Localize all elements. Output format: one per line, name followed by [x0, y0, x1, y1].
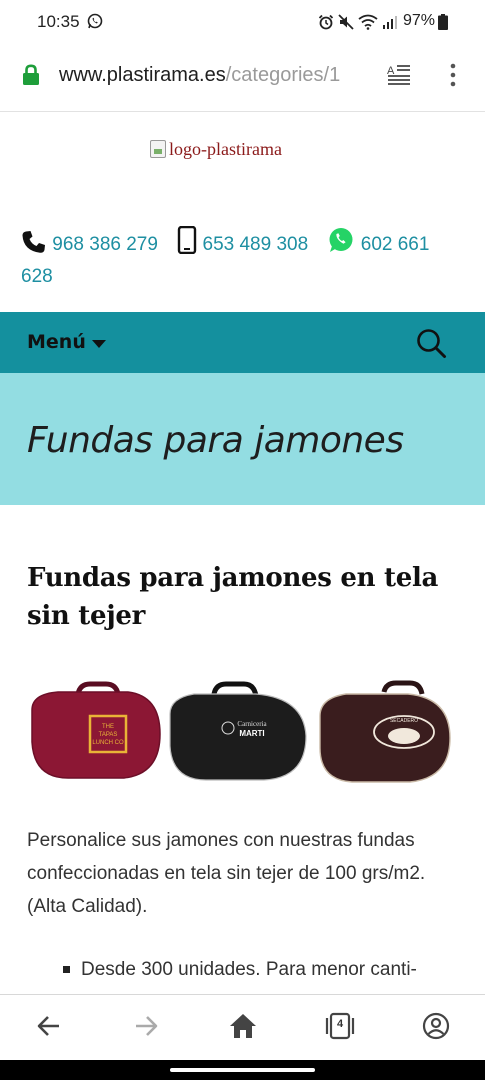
account-icon — [422, 1012, 450, 1040]
svg-text:TAPAS: TAPAS — [99, 732, 118, 738]
broken-image-icon — [150, 140, 166, 158]
home-gesture-pill[interactable] — [170, 1068, 315, 1072]
svg-text:MARTI: MARTI — [239, 729, 264, 738]
home-button[interactable] — [228, 1011, 258, 1041]
url-field[interactable]: www.plastirama.es/categories/1 — [59, 64, 372, 87]
logo-alt-text: logo-plastirama — [169, 138, 282, 159]
phone-link[interactable]: 968 386 279 — [52, 234, 158, 255]
svg-text:LUNCH CO: LUNCH CO — [92, 740, 124, 746]
status-time: 10:35 — [37, 12, 80, 31]
phone-icon — [22, 231, 45, 253]
page-title: Fundas para jamones — [27, 420, 404, 461]
back-button[interactable] — [34, 1011, 64, 1041]
account-button[interactable] — [421, 1011, 451, 1041]
signal-icon — [383, 16, 397, 29]
forward-arrow-icon — [136, 1016, 158, 1036]
status-icons — [318, 13, 398, 31]
ham-cover-brown: SECADERO — [319, 680, 451, 783]
mute-icon — [338, 14, 354, 30]
whatsapp-icon — [329, 228, 353, 252]
svg-text:SECADERO: SECADERO — [390, 718, 418, 724]
more-vert-icon[interactable] — [444, 60, 462, 90]
list-item: Desde 300 unidades. Para menor canti- — [63, 955, 443, 985]
reader-mode-icon[interactable]: A — [386, 62, 412, 88]
tab-count: 4 — [336, 1018, 344, 1030]
contact-info: 968 386 279 653 489 308 602 661 628 — [21, 226, 461, 293]
battery-icon — [438, 14, 448, 30]
url-domain: www.plastirama.es — [59, 64, 226, 86]
site-logo-link[interactable]: logo-plastirama — [150, 135, 282, 163]
svg-text:THE: THE — [102, 724, 114, 730]
search-icon[interactable] — [415, 327, 447, 359]
wifi-icon — [358, 14, 378, 30]
page-hero: Fundas para jamones — [0, 373, 485, 505]
menu-bar: Menú — [0, 312, 485, 373]
svg-text:Carniceria: Carniceria — [237, 720, 267, 728]
url-path: /categories/1 — [225, 64, 341, 86]
system-gesture-bar — [0, 1060, 485, 1080]
status-bar: 10:35 97% — [0, 0, 485, 44]
tabs-button[interactable]: 4 — [325, 1011, 355, 1041]
alarm-icon — [318, 14, 334, 30]
ham-cover-burgundy: THE TAPAS LUNCH CO — [31, 681, 161, 779]
section-heading: Fundas para jamones en tela sin tejer — [27, 563, 439, 631]
mobile-link[interactable]: 653 489 308 — [203, 234, 309, 255]
home-icon — [230, 1014, 256, 1038]
battery-percent: 97% — [403, 12, 436, 29]
menu-toggle-button[interactable]: Menú — [27, 331, 86, 353]
lock-icon[interactable] — [22, 64, 40, 86]
mobile-phone-icon — [178, 226, 197, 254]
caret-down-icon[interactable] — [92, 340, 106, 348]
whatsapp-status-icon — [87, 13, 103, 29]
product-image-ham-covers: THE TAPAS LUNCH CO Carniceria MARTI SECA… — [31, 680, 451, 783]
ham-cover-black: Carniceria MARTI — [169, 681, 307, 781]
feature-list: Desde 300 unidades. Para menor canti- — [63, 955, 443, 985]
browser-url-bar: www.plastirama.es/categories/1 A — [0, 44, 485, 112]
back-arrow-icon — [37, 1016, 59, 1036]
forward-button[interactable] — [131, 1011, 161, 1041]
browser-bottom-nav: 4 — [0, 994, 485, 1060]
intro-paragraph: Personalice sus jamones con nuestras fun… — [27, 830, 426, 917]
